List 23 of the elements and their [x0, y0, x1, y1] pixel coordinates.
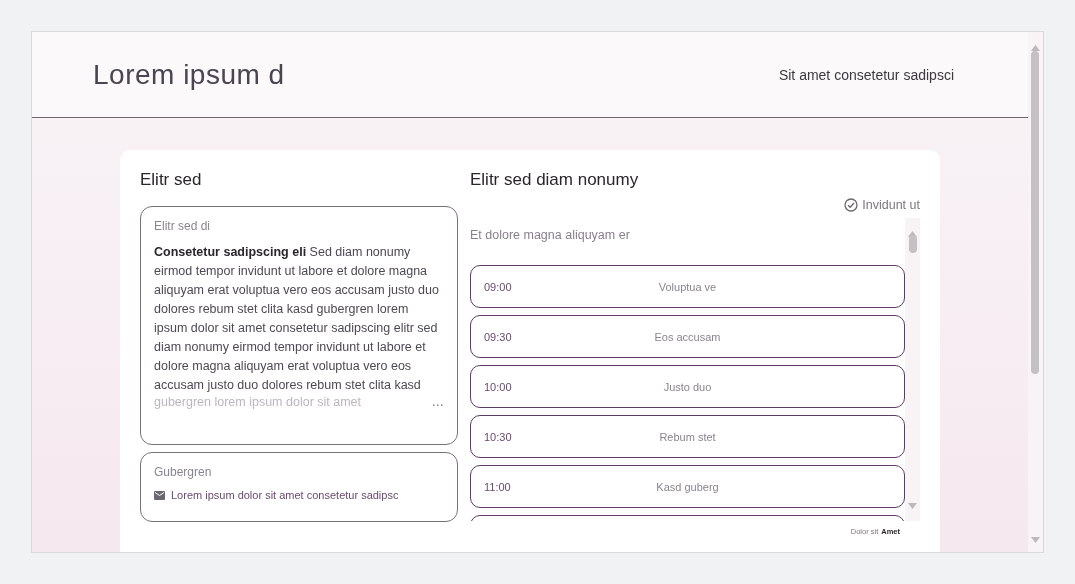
time-slot[interactable]: 10:30 Rebum stet: [470, 415, 905, 458]
time-slot[interactable]: 09:00 Voluptua ve: [470, 265, 905, 308]
scroll-down-icon[interactable]: [1031, 537, 1040, 543]
time-slot[interactable]: 09:30 Eos accusam: [470, 315, 905, 358]
scroll-down-icon[interactable]: [908, 503, 917, 509]
scrollbar-thumb[interactable]: [909, 235, 917, 253]
time-slot[interactable]: 10:00 Justo duo: [470, 365, 905, 408]
status-text: Invidunt ut: [862, 198, 920, 212]
scrollbar-thumb[interactable]: [1031, 51, 1039, 374]
header-link[interactable]: Sit amet consetetur sadipsci: [778, 66, 954, 83]
list-subtitle: Et dolore magna aliquyam er: [470, 227, 631, 244]
email-link[interactable]: Lorem ipsum dolor sit amet consetetur sadipsc: [171, 489, 399, 501]
section-title: Elitr sed diam nonumy: [470, 170, 640, 191]
faded-text: gubergren lorem ipsum dolor sit amet: [154, 395, 362, 410]
card-label: Elitr sed di: [154, 219, 212, 233]
more-ellipsis[interactable]: …: [431, 395, 444, 410]
page-title: Lorem ipsum d: [93, 58, 285, 91]
check-circle-icon: [844, 198, 859, 212]
time-slot[interactable]: 11:00 Kasd guberg: [470, 465, 905, 508]
description-text: Consetetur sadipscing eli Sed diam nonumy eirmod tempor invidunt ut labore et dolore magna aliquyam erat voluptua vero eos accusam justo duo dolores rebum stet clita kasd gubergren lorem ipsum dolor sit amet consetetur sadipscing elitr sed diam nonumy eirmod tempor invidunt ut labore et dolore magna aliquyam erat voluptua vero eos accusam justo duo dolores rebum stet clita kasd: [154, 244, 440, 394]
card-label: Gubergren: [154, 465, 213, 479]
section-title: Elitr sed: [140, 170, 203, 191]
mail-icon: [154, 490, 165, 500]
